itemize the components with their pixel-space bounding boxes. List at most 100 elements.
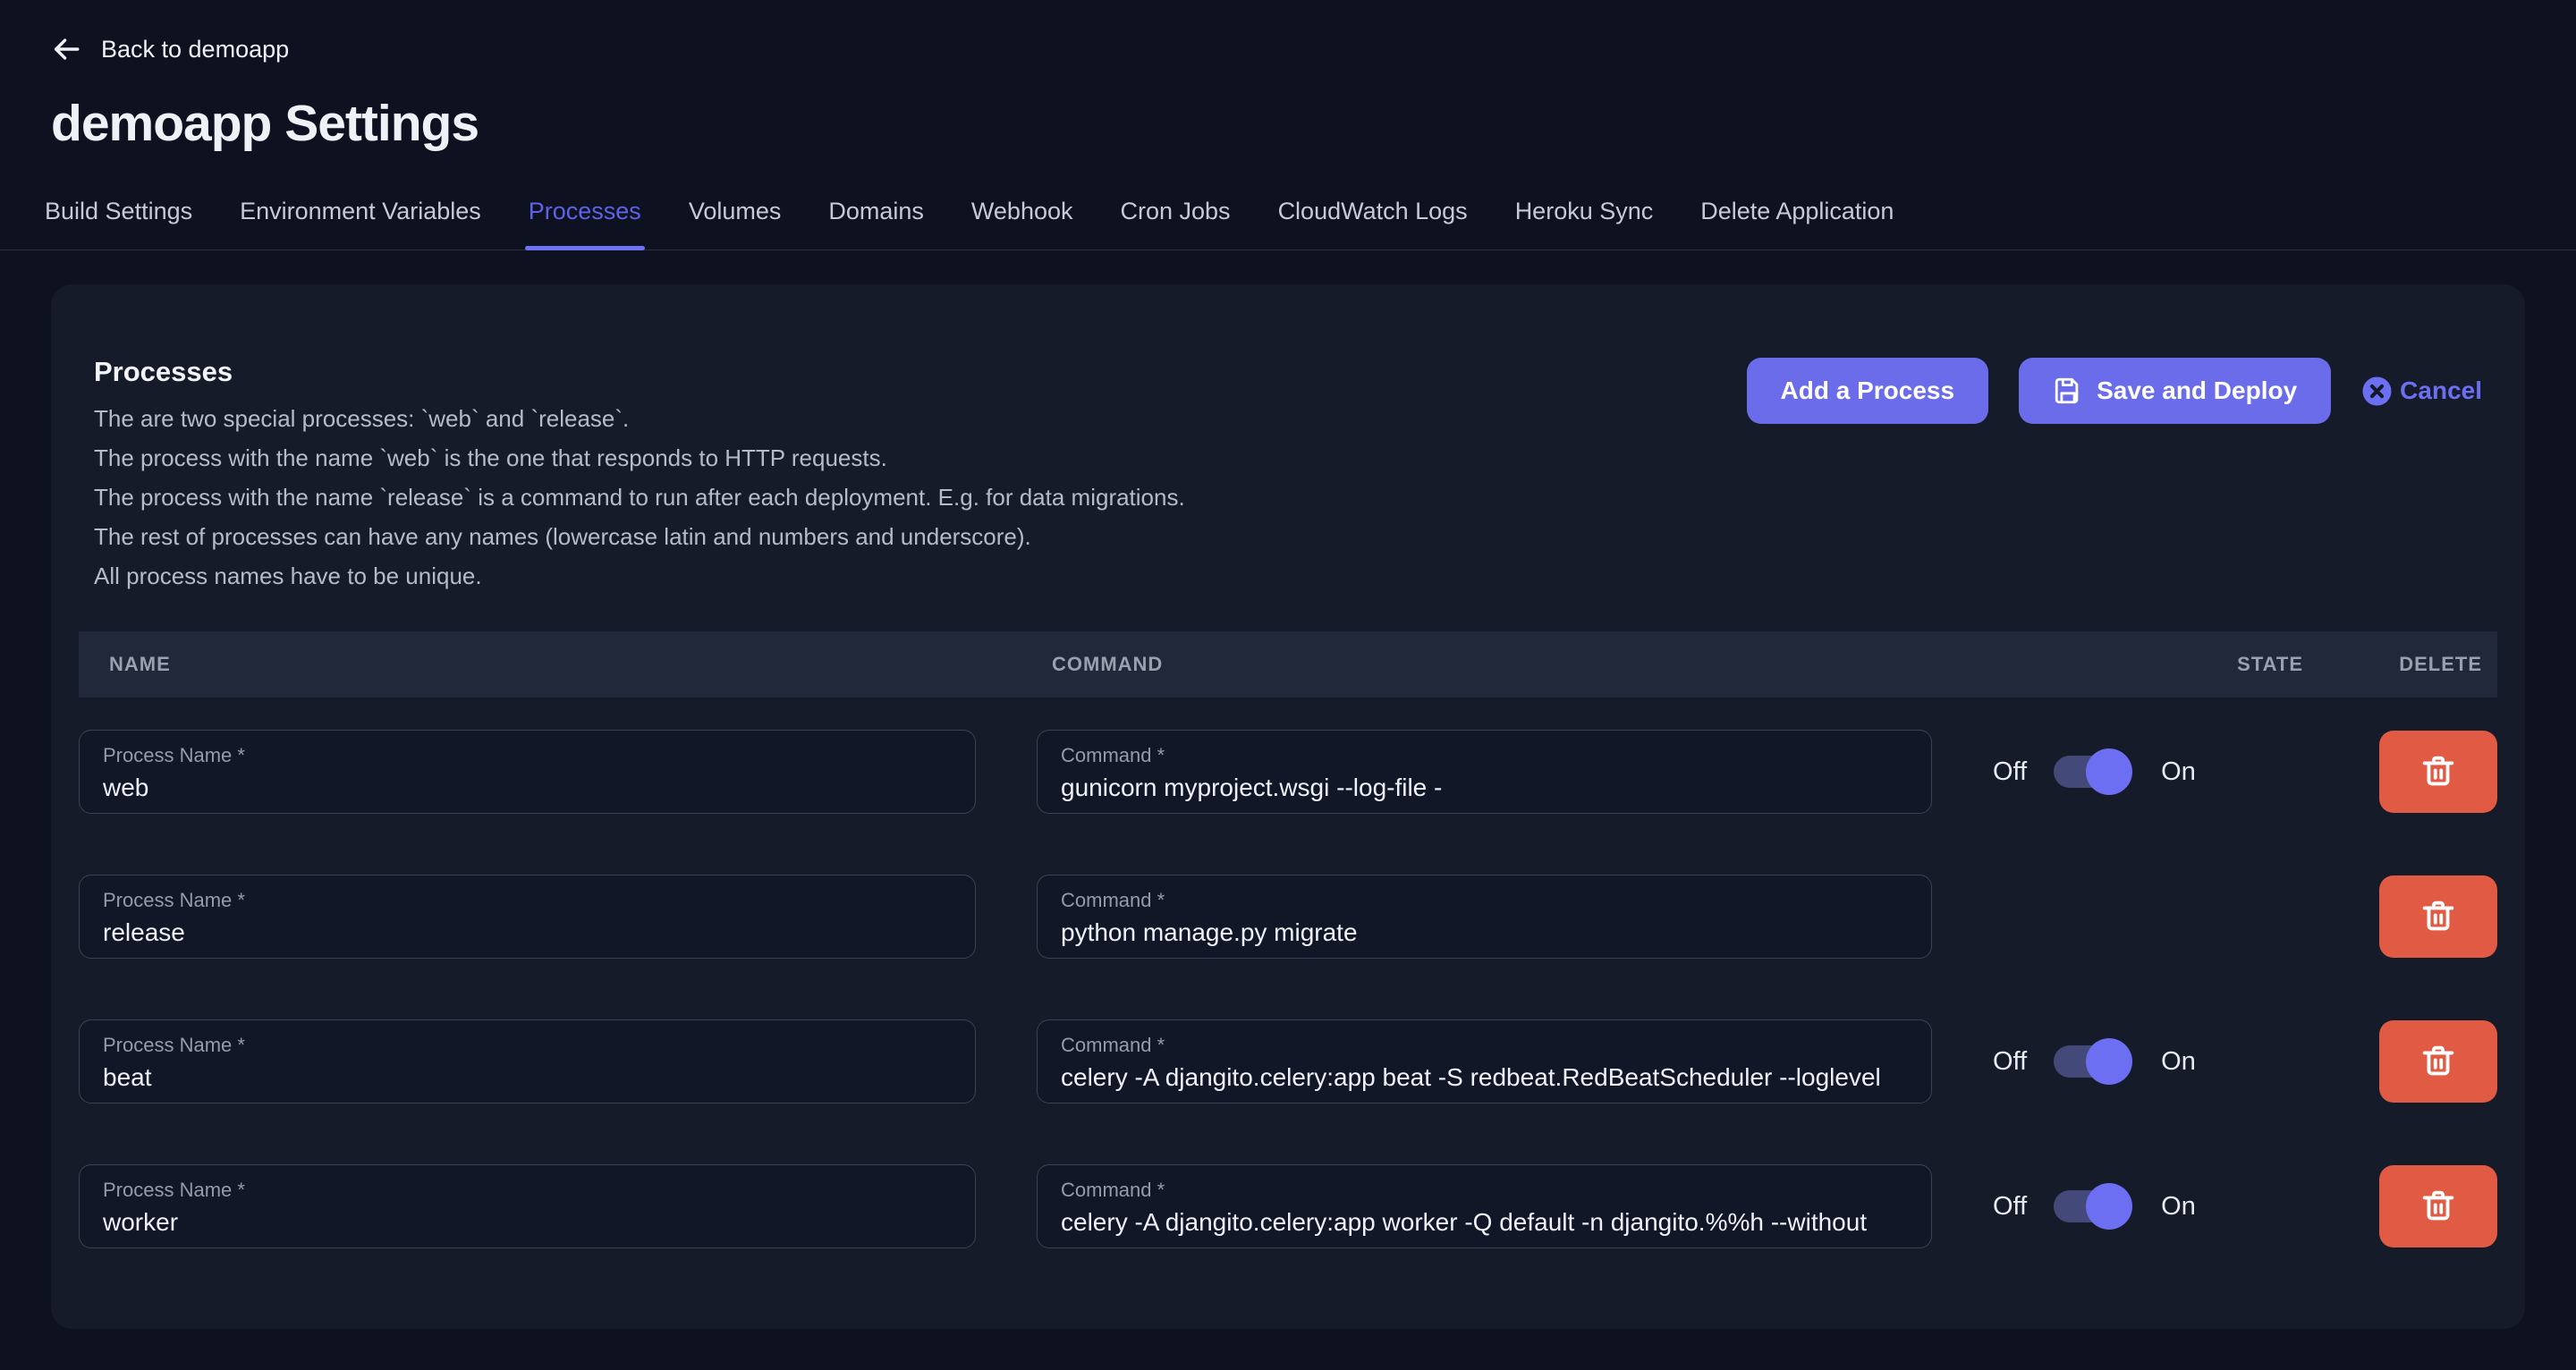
save-icon (2053, 376, 2083, 406)
process-row: Process Name * Command * (79, 875, 2497, 959)
description-line: The process with the name `web` is the o… (94, 438, 1185, 478)
process-name-input[interactable] (103, 918, 952, 947)
panel-description: Processes The are two special processes:… (94, 356, 1185, 596)
trash-icon (2418, 1041, 2459, 1082)
command-field: Command * (1037, 875, 1932, 959)
command-label: Command * (1061, 889, 1908, 912)
tab-build-settings[interactable]: Build Settings (43, 198, 194, 249)
trash-icon (2418, 896, 2459, 937)
process-name-label: Process Name * (103, 1179, 952, 1202)
tab-cloudwatch-logs[interactable]: CloudWatch Logs (1276, 198, 1470, 249)
tab-label: Domains (828, 198, 924, 224)
process-name-input[interactable] (103, 1208, 952, 1237)
tab-environment-variables[interactable]: Environment Variables (238, 198, 483, 249)
trash-icon (2418, 1186, 2459, 1227)
command-input[interactable] (1061, 1208, 1908, 1237)
page-header: Back to demoapp demoapp Settings (0, 0, 2576, 153)
tab-label: Build Settings (45, 198, 192, 224)
tab-heroku-sync[interactable]: Heroku Sync (1513, 198, 1656, 249)
delete-process-button[interactable] (2379, 1020, 2497, 1103)
tab-bar: Build Settings Environment Variables Pro… (0, 198, 2576, 250)
toggle-off-label: Off (1993, 757, 2027, 787)
state-cell: Off On (1993, 1045, 2318, 1078)
save-and-deploy-label: Save and Deploy (2097, 376, 2297, 405)
process-name-field: Process Name * (79, 730, 976, 814)
add-process-label: Add a Process (1781, 376, 1955, 405)
toggle-on-label: On (2161, 757, 2196, 787)
back-link-label: Back to demoapp (101, 36, 289, 63)
back-arrow-icon (51, 34, 81, 64)
panel-title: Processes (94, 356, 1185, 388)
toggle-on-label: On (2161, 1047, 2196, 1077)
tab-cron-jobs[interactable]: Cron Jobs (1119, 198, 1233, 249)
state-toggle[interactable] (2054, 1190, 2125, 1222)
tab-processes[interactable]: Processes (527, 198, 643, 249)
process-name-input[interactable] (103, 1063, 952, 1092)
process-row: Process Name * Command * Off On (79, 730, 2497, 814)
command-input[interactable] (1061, 918, 1908, 947)
process-name-label: Process Name * (103, 1034, 952, 1057)
processes-panel: Processes The are two special processes:… (51, 284, 2525, 1329)
command-input[interactable] (1061, 774, 1908, 802)
toggle-knob (2086, 748, 2132, 795)
command-label: Command * (1061, 1034, 1908, 1057)
tab-label: Delete Application (1700, 198, 1894, 224)
state-toggle[interactable] (2054, 756, 2125, 788)
column-header-state: STATE (2237, 653, 2303, 676)
tab-label: CloudWatch Logs (1278, 198, 1468, 224)
column-header-command: COMMAND (1052, 653, 1947, 676)
tab-label: Webhook (971, 198, 1073, 224)
toggle-knob (2086, 1038, 2132, 1085)
command-label: Command * (1061, 1179, 1908, 1202)
state-cell: Off On (1993, 756, 2318, 788)
toggle-on-label: On (2161, 1192, 2196, 1222)
trash-icon (2418, 751, 2459, 792)
toggle-off-label: Off (1993, 1192, 2027, 1222)
process-name-field: Process Name * (79, 1019, 976, 1104)
tab-volumes[interactable]: Volumes (687, 198, 784, 249)
tab-label: Processes (529, 198, 641, 224)
delete-process-button[interactable] (2379, 1165, 2497, 1247)
tab-label: Environment Variables (240, 198, 481, 224)
back-link[interactable]: Back to demoapp (51, 34, 289, 64)
cancel-label: Cancel (2400, 376, 2482, 405)
page-title: demoapp Settings (51, 94, 2525, 153)
command-input[interactable] (1061, 1063, 1908, 1092)
state-toggle[interactable] (2054, 1045, 2125, 1078)
delete-process-button[interactable] (2379, 731, 2497, 813)
panel-actions: Add a Process Save and Deploy Cancel (1747, 356, 2482, 424)
tab-webhook[interactable]: Webhook (970, 198, 1075, 249)
process-name-field: Process Name * (79, 1164, 976, 1248)
command-field: Command * (1037, 730, 1932, 814)
description-line: The process with the name `release` is a… (94, 478, 1185, 517)
save-and-deploy-button[interactable]: Save and Deploy (2019, 358, 2331, 424)
panel-header: Processes The are two special processes:… (79, 356, 2497, 596)
delete-process-button[interactable] (2379, 875, 2497, 958)
process-name-field: Process Name * (79, 875, 976, 959)
process-row: Process Name * Command * Off On (79, 1019, 2497, 1104)
add-process-button[interactable]: Add a Process (1747, 358, 1989, 424)
command-label: Command * (1061, 744, 1908, 767)
table-header-row: NAME COMMAND STATE DELETE (79, 631, 2497, 698)
cancel-button[interactable]: Cancel (2361, 376, 2482, 407)
toggle-off-label: Off (1993, 1047, 2027, 1077)
description-line: The are two special processes: `web` and… (94, 399, 1185, 438)
tab-label: Cron Jobs (1121, 198, 1231, 224)
cancel-icon (2361, 376, 2393, 407)
state-cell: Off On (1993, 1190, 2318, 1222)
process-name-input[interactable] (103, 774, 952, 802)
process-name-label: Process Name * (103, 889, 952, 912)
command-field: Command * (1037, 1164, 1932, 1248)
tab-label: Volumes (689, 198, 782, 224)
column-header-delete: DELETE (2399, 653, 2482, 676)
tab-delete-application[interactable]: Delete Application (1699, 198, 1895, 249)
process-row: Process Name * Command * Off On (79, 1164, 2497, 1248)
description-line: The rest of processes can have any names… (94, 517, 1185, 556)
column-header-name: NAME (94, 653, 991, 676)
process-name-label: Process Name * (103, 744, 952, 767)
command-field: Command * (1037, 1019, 1932, 1104)
toggle-knob (2086, 1183, 2132, 1230)
tab-domains[interactable]: Domains (826, 198, 926, 249)
description-line: All process names have to be unique. (94, 556, 1185, 596)
tab-label: Heroku Sync (1515, 198, 1654, 224)
